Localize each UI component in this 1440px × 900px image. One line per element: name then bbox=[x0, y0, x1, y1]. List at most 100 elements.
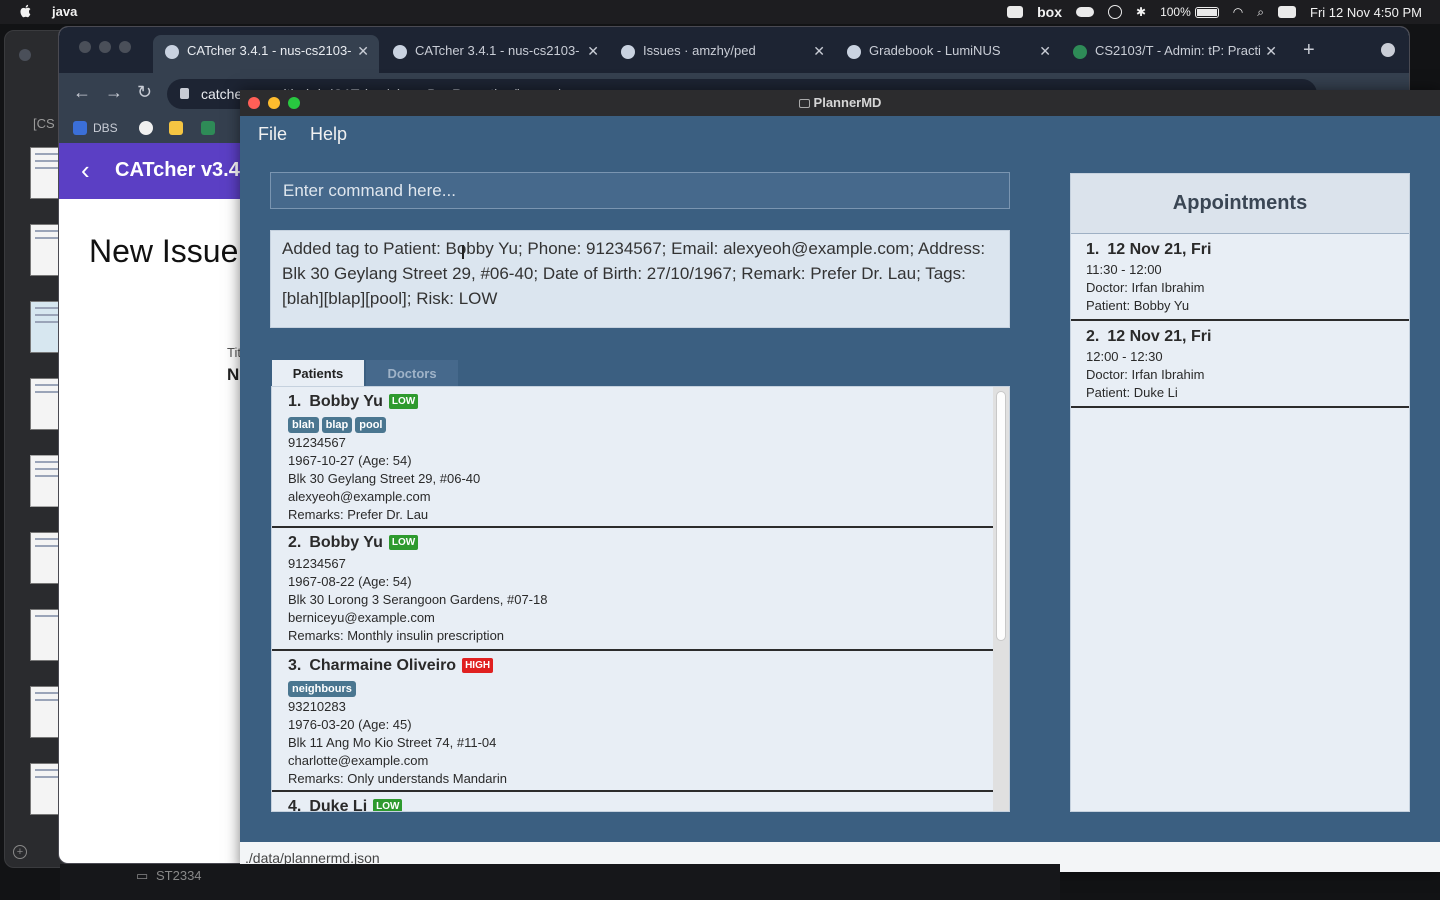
patient-remarks: Remarks: Monthly insulin prescription bbox=[288, 628, 505, 643]
appointments-title: Appointments bbox=[1071, 174, 1409, 234]
accessibility-icon[interactable] bbox=[1108, 5, 1123, 19]
close-tab-icon[interactable]: ✕ bbox=[813, 43, 825, 60]
bookmark-icon[interactable] bbox=[169, 121, 183, 135]
scrollbar-thumb[interactable] bbox=[996, 391, 1006, 641]
back-arrow-icon[interactable]: ← bbox=[73, 82, 91, 103]
browser-tab[interactable]: Gradebook - LumiNUS ✕ bbox=[835, 35, 1061, 73]
battery-icon[interactable] bbox=[1194, 6, 1219, 18]
appointment-card[interactable]: 2. 12 Nov 21, Fri 12:00 - 12:30 Doctor: I… bbox=[1071, 321, 1409, 408]
risk-badge: LOW bbox=[388, 394, 419, 409]
menubar-clock[interactable]: Fri 12 Nov 4:50 PM bbox=[1310, 5, 1422, 20]
bookmark-icon[interactable] bbox=[73, 121, 87, 135]
side-window-close-icon[interactable] bbox=[19, 49, 31, 61]
risk-badge: HIGH bbox=[462, 658, 494, 673]
patient-card[interactable]: 4. Duke Li LOW bbox=[272, 792, 994, 812]
apple-logo-icon[interactable] bbox=[19, 3, 33, 19]
appointment-date-row: 1. 12 Nov 21, Fri bbox=[1086, 241, 1409, 262]
bookmark-label[interactable]: DBS bbox=[93, 121, 118, 135]
appointment-index: 2. bbox=[1086, 328, 1100, 345]
cloud-icon[interactable] bbox=[1076, 7, 1095, 17]
patient-index: 2. bbox=[288, 534, 302, 551]
patient-index: 3. bbox=[288, 657, 302, 674]
browser-tab[interactable]: CATcher 3.4.1 - nus-cs2103- ✕ bbox=[153, 35, 379, 73]
tag-label: pool bbox=[355, 417, 387, 433]
close-tab-icon[interactable]: ✕ bbox=[357, 43, 369, 60]
patient-name: Duke Li bbox=[309, 798, 368, 812]
page-heading: New Issue bbox=[89, 233, 239, 269]
patient-card[interactable]: 3. Charmaine Oliveiro HIGH neighbours 9321… bbox=[272, 651, 994, 792]
zoom-icon[interactable] bbox=[1007, 6, 1024, 18]
side-window-label: [CS bbox=[33, 116, 55, 131]
patient-name: Bobby Yu bbox=[309, 534, 383, 551]
command-input[interactable]: Enter command here... bbox=[270, 172, 1010, 209]
browser-tab-label: Gradebook - LumiNUS bbox=[869, 43, 1001, 58]
appointment-card[interactable]: 1. 12 Nov 21, Fri 11:30 - 12:00 Doctor: I… bbox=[1071, 234, 1409, 321]
appointment-date: 12 Nov 21, Fri bbox=[1107, 328, 1212, 345]
patient-address: Blk 30 Geylang Street 29, #06-40 bbox=[288, 471, 481, 486]
window-minimize-icon[interactable] bbox=[268, 97, 280, 109]
appointment-date-row: 2. 12 Nov 21, Fri bbox=[1086, 328, 1409, 349]
patient-list[interactable]: 1. Bobby Yu LOW blah blap pool 91234567 1967… bbox=[271, 386, 1010, 812]
browser-tab[interactable]: CS2103/T - Admin: tP: Practi ✕ bbox=[1061, 35, 1287, 73]
appointments-panel: Appointments 1. 12 Nov 21, Fri 11:30 - 12… bbox=[1070, 173, 1410, 812]
close-tab-icon[interactable]: ✕ bbox=[1265, 43, 1277, 60]
result-display: Added tag to Patient: Bobby Yu; Phone: 9… bbox=[270, 230, 1010, 328]
tab-doctors[interactable]: Doctors bbox=[366, 360, 458, 386]
browser-tab-strip: CATcher 3.4.1 - nus-cs2103- ✕ CATcher 3.… bbox=[59, 27, 1409, 73]
patient-address: Blk 11 Ang Mo Kio Street 74, #11-04 bbox=[288, 735, 497, 750]
reload-icon[interactable]: ↻ bbox=[137, 82, 152, 103]
patient-card[interactable]: 2. Bobby Yu LOW 91234567 1967-08-22 (Age: … bbox=[272, 528, 994, 651]
tab-search-icon[interactable] bbox=[1381, 43, 1395, 57]
patient-email: berniceyu@example.com bbox=[288, 610, 435, 625]
folder-icon[interactable]: ▭ bbox=[136, 868, 148, 884]
new-tab-icon[interactable]: + bbox=[1303, 39, 1315, 62]
patient-card[interactable]: 1. Bobby Yu LOW blah blap pool 91234567 1967… bbox=[272, 387, 994, 528]
appointment-time: 12:00 - 12:30 bbox=[1086, 349, 1163, 364]
add-icon[interactable]: + bbox=[13, 845, 27, 859]
search-icon[interactable]: ⌕ bbox=[1257, 5, 1264, 20]
patient-address: Blk 30 Lorong 3 Serangoon Gardens, #07-1… bbox=[288, 592, 548, 607]
patient-email: charlotte@example.com bbox=[288, 753, 429, 768]
folder-label[interactable]: ST2334 bbox=[156, 868, 202, 883]
appointment-doctor: Doctor: Irfan Ibrahim bbox=[1086, 367, 1205, 382]
browser-tab[interactable]: CATcher 3.4.1 - nus-cs2103- ✕ bbox=[381, 35, 609, 73]
scrollbar[interactable] bbox=[993, 387, 1009, 811]
bluetooth-icon[interactable]: ✱ bbox=[1136, 5, 1146, 19]
plannermd-window: PlannerMD File Help Enter command here..… bbox=[240, 90, 1440, 872]
wifi-icon[interactable]: ◠ bbox=[1233, 5, 1243, 19]
patient-remarks: Remarks: Only understands Mandarin bbox=[288, 771, 507, 786]
appointment-patient: Patient: Bobby Yu bbox=[1086, 298, 1190, 313]
patient-tags: neighbours bbox=[288, 679, 994, 699]
control-center-icon[interactable] bbox=[1278, 6, 1296, 18]
appointment-date: 12 Nov 21, Fri bbox=[1107, 241, 1212, 258]
browser-tab[interactable]: Issues · amzhy/ped ✕ bbox=[609, 35, 835, 73]
window-close-icon[interactable] bbox=[248, 97, 260, 109]
close-tab-icon[interactable]: ✕ bbox=[587, 43, 599, 60]
patient-tags: blah blap pool bbox=[288, 415, 994, 435]
menu-help[interactable]: Help bbox=[310, 124, 347, 144]
bookmark-icon[interactable] bbox=[139, 121, 153, 135]
browser-maximize-icon[interactable] bbox=[119, 41, 131, 53]
browser-minimize-icon[interactable] bbox=[99, 41, 111, 53]
menu-file[interactable]: File bbox=[258, 124, 287, 144]
course-favicon-icon bbox=[1073, 45, 1087, 59]
appointment-index: 1. bbox=[1086, 241, 1100, 258]
tab-patients[interactable]: Patients bbox=[272, 360, 364, 386]
back-chevron-icon[interactable]: ‹ bbox=[81, 155, 90, 186]
status-area: box ✱ 100% ◠ ⌕ Fri 12 Nov 4:50 PM bbox=[993, 4, 1422, 20]
browser-close-icon[interactable] bbox=[79, 41, 91, 53]
forward-arrow-icon[interactable]: → bbox=[105, 82, 123, 103]
macos-menu-bar: java box ✱ 100% ◠ ⌕ Fri 12 Nov 4:50 PM bbox=[0, 0, 1440, 24]
box-icon[interactable]: box bbox=[1037, 4, 1062, 20]
browser-tab-label: CATcher 3.4.1 - nus-cs2103- bbox=[415, 43, 580, 58]
appointment-time: 11:30 - 12:00 bbox=[1086, 262, 1162, 277]
field-label-fragment: Tit bbox=[227, 345, 241, 360]
patient-index: 4. bbox=[288, 798, 302, 812]
plannermd-menu-bar: File Help bbox=[258, 124, 365, 145]
tag-label: neighbours bbox=[288, 681, 356, 697]
window-maximize-icon[interactable] bbox=[288, 97, 300, 109]
active-app-name[interactable]: java bbox=[52, 4, 77, 19]
bookmark-icon[interactable] bbox=[201, 121, 215, 135]
close-tab-icon[interactable]: ✕ bbox=[1039, 43, 1051, 60]
field-value-fragment: N bbox=[227, 365, 240, 384]
